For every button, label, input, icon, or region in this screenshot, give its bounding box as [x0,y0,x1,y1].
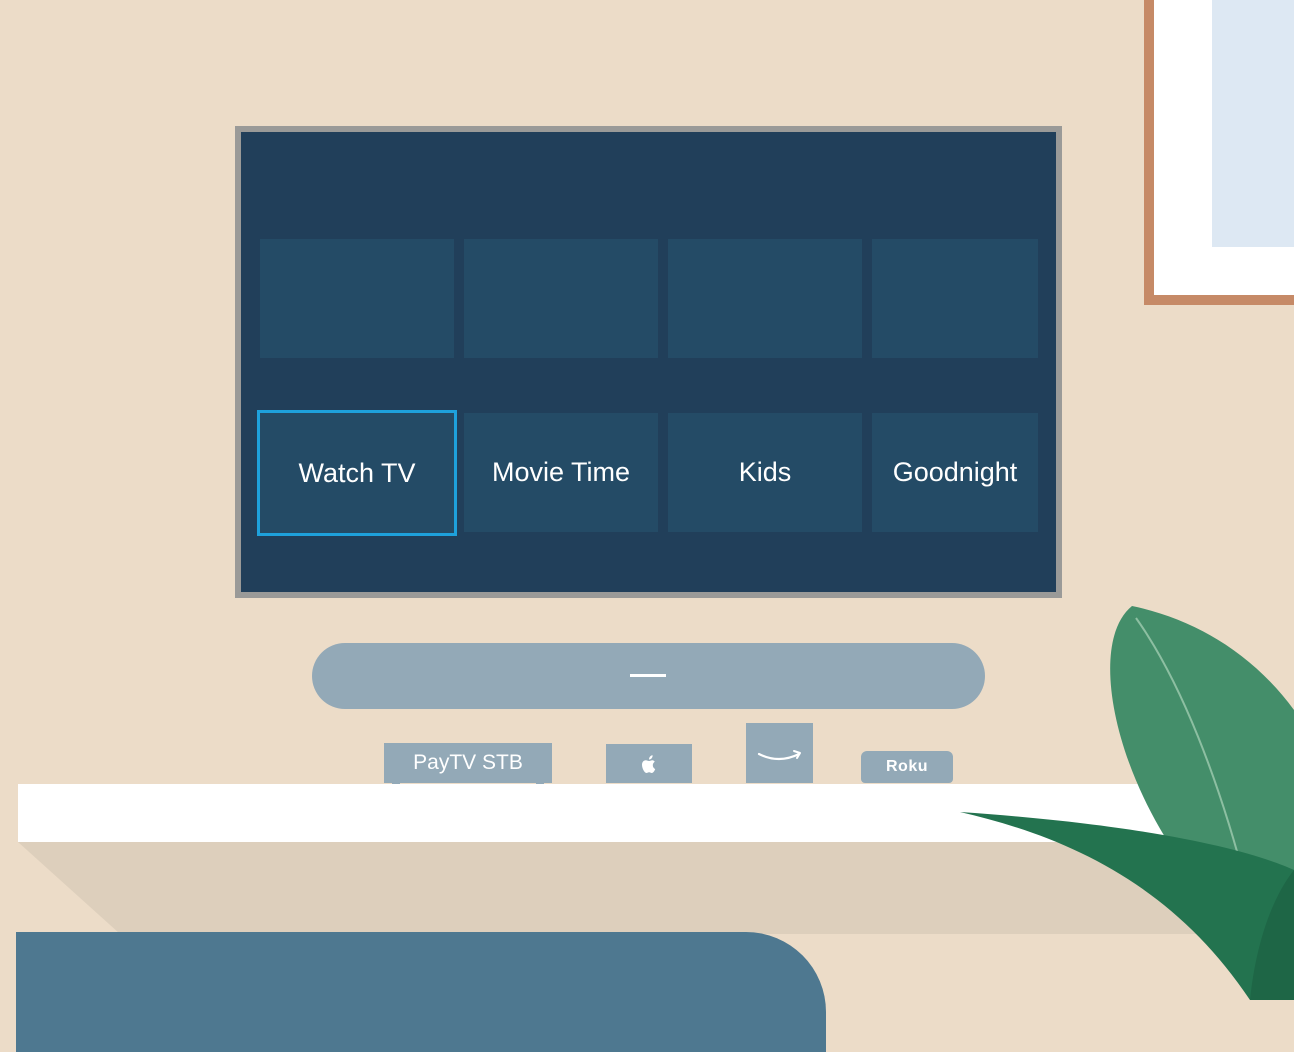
soundbar [312,643,985,709]
soundbar-indicator [630,674,666,677]
plant-leaves-icon [960,606,1294,1000]
activity-label: Movie Time [491,457,631,487]
tv-screen: Watch TV Movie Time Kids Goodnight [241,132,1056,592]
activity-kids[interactable]: Kids [668,413,862,532]
stb-label: PayTV STB [413,751,523,774]
amazon-smile-icon [757,750,801,761]
frame-mat [1154,0,1294,295]
activity-label: Watch TV [298,457,416,488]
roku-logo: Roku [886,758,928,775]
wall-picture-frame [1144,0,1294,305]
activity-watch-tv[interactable]: Watch TV [257,410,457,536]
content-tile[interactable] [260,239,454,358]
content-tile[interactable] [464,239,658,358]
activity-movie-time[interactable]: Movie Time [464,413,658,532]
content-tile[interactable] [872,239,1038,358]
sofa-back [16,932,826,1052]
activity-label: Goodnight [892,457,1018,487]
content-tile[interactable] [668,239,862,358]
activity-label: Kids [738,457,792,487]
paytv-set-top-box: PayTV STB [384,743,552,787]
frame-artwork [1212,0,1294,247]
apple-logo-icon [642,754,656,773]
apple-tv-box [606,744,692,783]
amazon-fire-tv [746,723,813,783]
roku-player: Roku [861,751,953,783]
activity-goodnight[interactable]: Goodnight [872,413,1038,532]
television: Watch TV Movie Time Kids Goodnight [235,126,1062,598]
